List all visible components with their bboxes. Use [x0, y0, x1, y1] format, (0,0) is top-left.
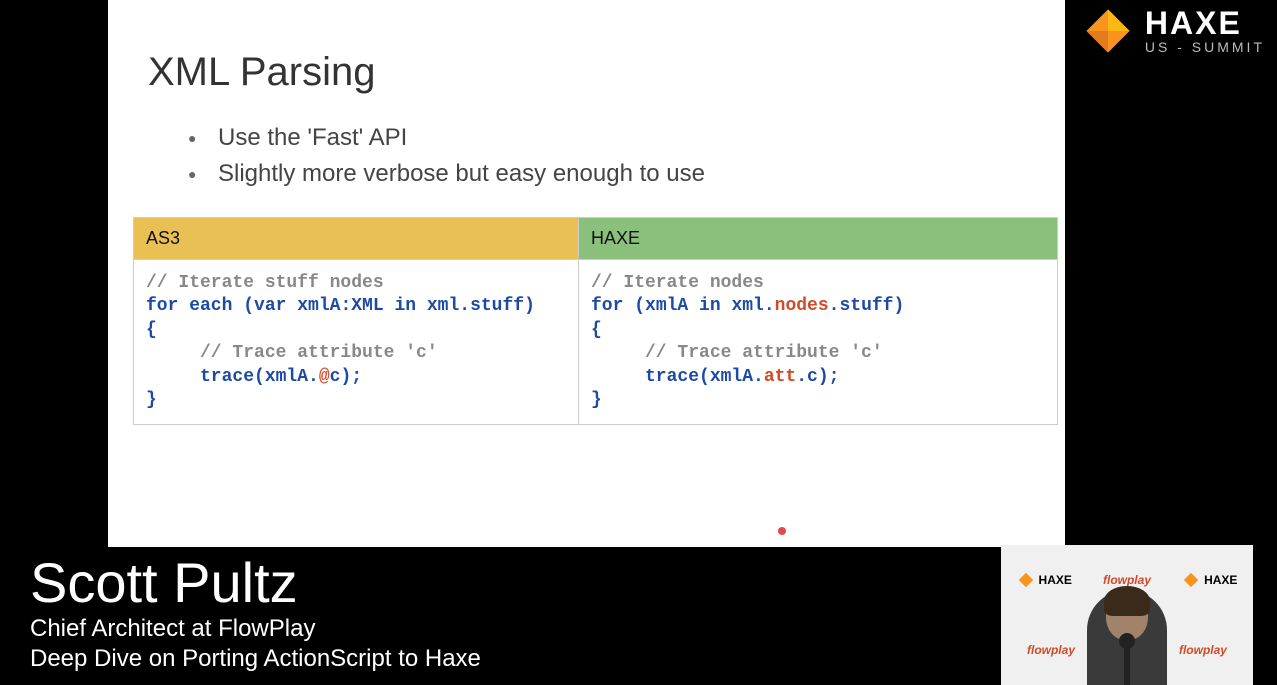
mic-head: [1119, 633, 1135, 649]
logo-sub-text: US - SUMMIT: [1145, 39, 1265, 55]
code-special: @: [319, 367, 330, 387]
talk-title: Deep Dive on Porting ActionScript to Hax…: [30, 645, 481, 673]
code-comment: // Iterate nodes: [591, 273, 764, 293]
microphone-icon: [1124, 645, 1130, 685]
code-comment: // Trace attribute 'c': [591, 343, 883, 363]
code-text: .stuff): [829, 296, 905, 316]
mini-logo-text: HAXE: [1039, 573, 1072, 587]
code-comment: // Trace attribute 'c': [146, 343, 438, 363]
code-text: {: [146, 320, 157, 340]
presentation-slide: XML Parsing Use the 'Fast' API Slightly …: [108, 0, 1065, 547]
mini-flowplay-logo: flowplay: [1103, 573, 1151, 587]
speaker-name: Scott Pultz: [30, 555, 481, 611]
code-text: (: [243, 296, 254, 316]
haxe-summit-logo: HAXE US - SUMMIT: [1081, 4, 1265, 58]
as3-code-cell: // Iterate stuff nodes for each (var xml…: [134, 260, 579, 425]
haxe-mini-icon: [1182, 571, 1200, 589]
speaker-role: Chief Architect at FlowPlay: [30, 615, 481, 643]
code-text: trace(xmlA.: [146, 367, 319, 387]
slide-bullets: Use the 'Fast' API Slightly more verbose…: [188, 120, 1065, 192]
webcam-feed: HAXE flowplay HAXE flowplay flowplay: [1001, 545, 1253, 685]
laser-pointer-icon: [778, 527, 786, 535]
code-text: .c);: [796, 367, 839, 387]
column-header-as3: AS3: [134, 218, 579, 260]
code-keyword: in: [699, 296, 731, 316]
code-comparison-table: AS3 HAXE // Iterate stuff nodes for each…: [133, 217, 1058, 425]
code-text: trace(xmlA.: [591, 367, 764, 387]
code-keyword: for each: [146, 296, 243, 316]
mini-flowplay-logo: flowplay: [1179, 643, 1227, 657]
code-text: xml.: [731, 296, 774, 316]
haxe-mini-icon: [1017, 571, 1035, 589]
code-text: xml.stuff): [427, 296, 535, 316]
slide-title: XML Parsing: [148, 50, 1065, 95]
code-text: c);: [330, 367, 362, 387]
haxe-logo-text: HAXE US - SUMMIT: [1145, 7, 1265, 55]
mini-haxe-logo: HAXE: [1017, 571, 1072, 589]
code-text: (xmlA: [634, 296, 699, 316]
mini-flowplay-logo: flowplay: [1027, 643, 1075, 657]
mini-logo-text: HAXE: [1204, 573, 1237, 587]
mini-haxe-logo: HAXE: [1182, 571, 1237, 589]
code-text: }: [146, 390, 157, 410]
code-text: xmlA:XML: [297, 296, 394, 316]
code-text: {: [591, 320, 602, 340]
code-special: nodes: [775, 296, 829, 316]
logo-main-text: HAXE: [1145, 7, 1265, 39]
code-keyword: for: [591, 296, 634, 316]
speaker-hair: [1104, 586, 1150, 616]
column-header-haxe: HAXE: [579, 218, 1058, 260]
haxe-shield-icon: [1081, 4, 1135, 58]
haxe-code-cell: // Iterate nodes for (xmlA in xml.nodes.…: [579, 260, 1058, 425]
code-comment: // Iterate stuff nodes: [146, 273, 384, 293]
lower-third: Scott Pultz Chief Architect at FlowPlay …: [30, 555, 481, 673]
bullet-item: Use the 'Fast' API: [188, 120, 1065, 156]
bullet-item: Slightly more verbose but easy enough to…: [188, 156, 1065, 192]
code-keyword: in: [394, 296, 426, 316]
code-keyword: var: [254, 296, 297, 316]
code-special: att: [764, 367, 796, 387]
code-text: }: [591, 390, 602, 410]
